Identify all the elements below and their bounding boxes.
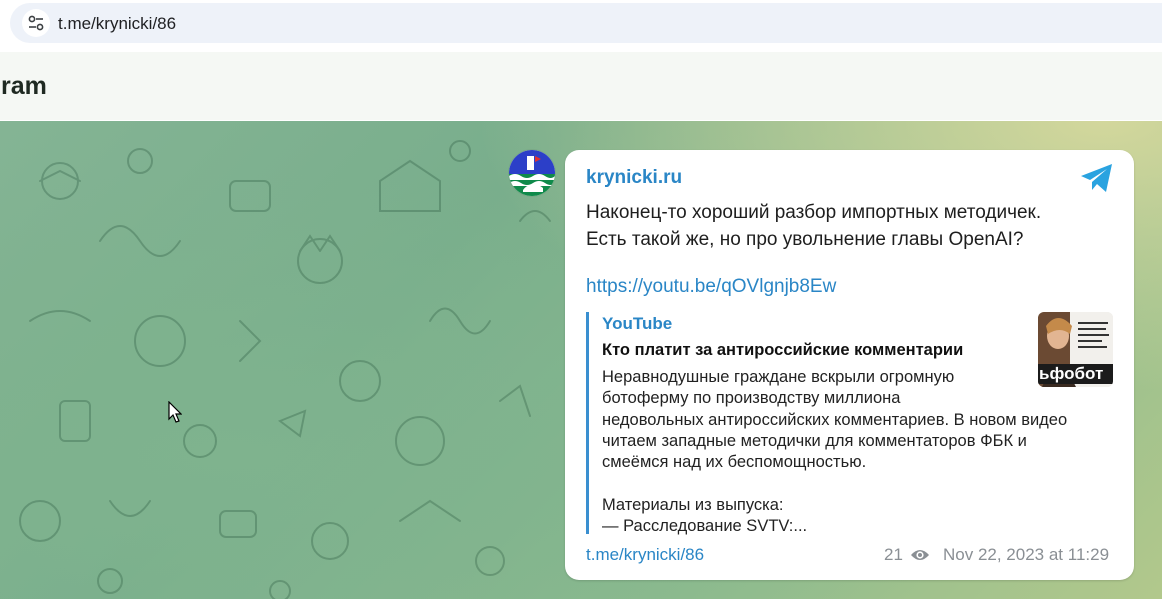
browser-toolbar: t.me/krynicki/86 xyxy=(0,0,1162,48)
preview-title: Кто платит за антироссийские комментарии xyxy=(602,341,964,359)
mouse-cursor-icon xyxy=(168,401,182,423)
preview-thumbnail[interactable]: ьфобот xyxy=(1038,312,1113,387)
preview-description: Неравнодушные граждане вскрыли огромную … xyxy=(602,368,1068,536)
link-preview[interactable]: YouTube Кто платит за антироссийские ком… xyxy=(586,312,1115,536)
tune-icon[interactable] xyxy=(22,9,50,37)
eye-icon xyxy=(911,550,929,560)
url-text[interactable]: t.me/krynicki/86 xyxy=(58,14,176,34)
message-card: krynicki.ru Наконец-то хороший разбор им… xyxy=(565,150,1134,580)
post-link[interactable]: t.me/krynicki/86 xyxy=(586,545,704,565)
post-date[interactable]: Nov 22, 2023 at 11:29 xyxy=(943,545,1109,565)
channel-name-link[interactable]: krynicki.ru xyxy=(586,167,682,189)
message-text-line: Есть такой же, но про увольнение главы O… xyxy=(586,229,1024,250)
view-count: 21 xyxy=(884,545,903,564)
thumbnail-caption: ьфобот xyxy=(1039,364,1104,383)
page-header: ram xyxy=(0,52,1162,120)
channel-avatar[interactable] xyxy=(509,150,555,196)
preview-site-name[interactable]: YouTube xyxy=(602,314,672,334)
message-text-line: Наконец-то хороший разбор импортных мето… xyxy=(586,202,1042,223)
telegram-icon[interactable] xyxy=(1080,163,1114,193)
brand-title[interactable]: ram xyxy=(1,72,47,101)
address-bar[interactable]: t.me/krynicki/86 xyxy=(10,3,1162,43)
youtube-link[interactable]: https://youtu.be/qOVlgnjb8Ew xyxy=(586,276,836,298)
message-text: Наконец-то хороший разбор импортных мето… xyxy=(586,199,1106,253)
